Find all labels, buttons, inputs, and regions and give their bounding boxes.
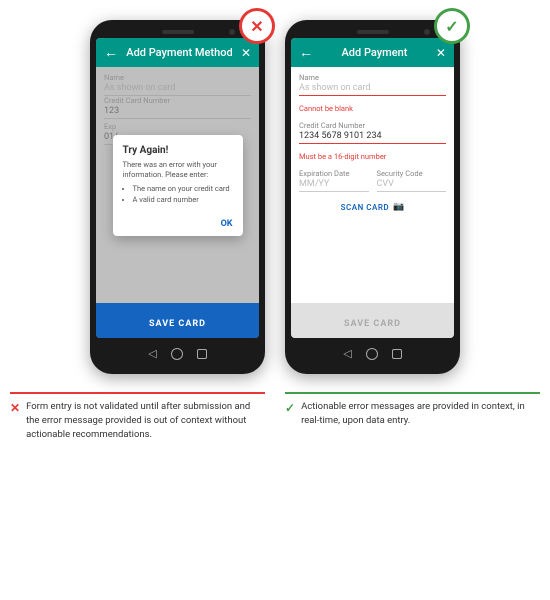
dialog-body: There was an error with your information… (123, 160, 233, 206)
name-value-right[interactable]: As shown on card (299, 83, 446, 96)
expiry-label-right: Expiration Date (299, 169, 369, 178)
good-caption-text: Actionable error messages are provided i… (301, 400, 540, 428)
card-label-right: Credit Card Number (299, 121, 446, 130)
close-right[interactable]: ✕ (436, 46, 446, 60)
nav-back-left[interactable]: ◁ (148, 347, 156, 360)
name-label-right: Name (299, 73, 446, 82)
scan-card-button[interactable]: SCAN CARD (341, 203, 389, 212)
card-value-right[interactable]: 1234 5678 9101 234 (299, 131, 446, 144)
dialog-item-2: A valid card number (133, 195, 233, 206)
phone-top-right (291, 30, 454, 34)
right-save-card-area[interactable]: SAVE CARD (291, 303, 454, 338)
left-save-card-area[interactable]: SAVE CARD (96, 303, 259, 338)
right-screen: ← Add Payment ✕ Name As shown on card Ca… (291, 38, 454, 338)
expiry-value-right[interactable]: MM/YY (299, 179, 369, 192)
left-phone-wrapper: ✕ ← Add Payment Method ✕ Name As shown o… (90, 20, 265, 374)
name-field-group: Name As shown on card Cannot be blank (299, 73, 446, 115)
nav-square-right[interactable] (392, 349, 402, 359)
cvv-value-right[interactable]: CVV (377, 179, 447, 192)
left-topbar-title: Add Payment Method (126, 46, 232, 59)
dialog-overlay: Try Again! There was an error with your … (96, 67, 259, 303)
card-field-group: Credit Card Number 1234 5678 9101 234 Mu… (299, 121, 446, 163)
back-arrow-right[interactable]: ← (299, 44, 313, 61)
bad-caption-icon: ✕ (10, 401, 20, 415)
left-form-area: Name As shown on card Credit Card Number… (96, 67, 259, 303)
left-topbar: ← Add Payment Method ✕ (96, 38, 259, 67)
right-topbar-title: Add Payment (342, 46, 408, 59)
bad-caption-block: ✕ Form entry is not validated until afte… (10, 392, 265, 441)
camera-right (424, 29, 430, 35)
close-left[interactable]: ✕ (241, 46, 251, 60)
cvv-label-right: Security Code (377, 169, 447, 178)
card-error-text: Must be a 16-digit number (299, 152, 386, 161)
dialog-ok-row: OK (123, 211, 233, 230)
scan-card-row[interactable]: SCAN CARD 📷 (299, 202, 446, 212)
good-badge: ✓ (434, 8, 470, 44)
cvv-field: Security Code CVV (377, 169, 447, 192)
captions-row: ✕ Form entry is not validated until afte… (10, 390, 540, 441)
speaker-left (162, 30, 194, 34)
dialog-title: Try Again! (123, 145, 233, 156)
right-topbar: ← Add Payment ✕ (291, 38, 454, 67)
expiry-cvv-group: Expiration Date MM/YY Security Code CVV (299, 169, 446, 192)
left-screen: ← Add Payment Method ✕ Name As shown on … (96, 38, 259, 338)
expiry-field: Expiration Date MM/YY (299, 169, 369, 192)
right-phone-wrapper: ✓ ← Add Payment ✕ Name As shown on card … (285, 20, 460, 374)
bad-badge: ✕ (239, 8, 275, 44)
nav-square-left[interactable] (197, 349, 207, 359)
camera-left (229, 29, 235, 35)
right-save-card-text: SAVE CARD (344, 319, 401, 329)
ok-button[interactable]: OK (221, 219, 233, 229)
bad-caption-text: Form entry is not validated until after … (26, 400, 265, 441)
back-arrow-left[interactable]: ← (104, 44, 118, 61)
dialog-item-1: The name on your credit card (133, 184, 233, 195)
left-phone-bottom: ◁ (148, 343, 206, 364)
speaker-right (357, 30, 389, 34)
nav-home-left[interactable] (171, 348, 183, 360)
camera-icon: 📷 (393, 202, 404, 212)
phone-top-left (96, 30, 259, 34)
right-phone: ← Add Payment ✕ Name As shown on card Ca… (285, 20, 460, 374)
name-error-text: Cannot be blank (299, 104, 353, 113)
nav-back-right[interactable]: ◁ (343, 347, 351, 360)
good-caption-icon: ✓ (285, 401, 295, 415)
nav-home-right[interactable] (366, 348, 378, 360)
left-save-card-text: SAVE CARD (149, 319, 206, 329)
good-caption-block: ✓ Actionable error messages are provided… (285, 392, 540, 441)
left-phone: ← Add Payment Method ✕ Name As shown on … (90, 20, 265, 374)
right-form-area: Name As shown on card Cannot be blank Cr… (291, 67, 454, 303)
dialog: Try Again! There was an error with your … (113, 135, 243, 236)
right-phone-bottom: ◁ (343, 343, 401, 364)
